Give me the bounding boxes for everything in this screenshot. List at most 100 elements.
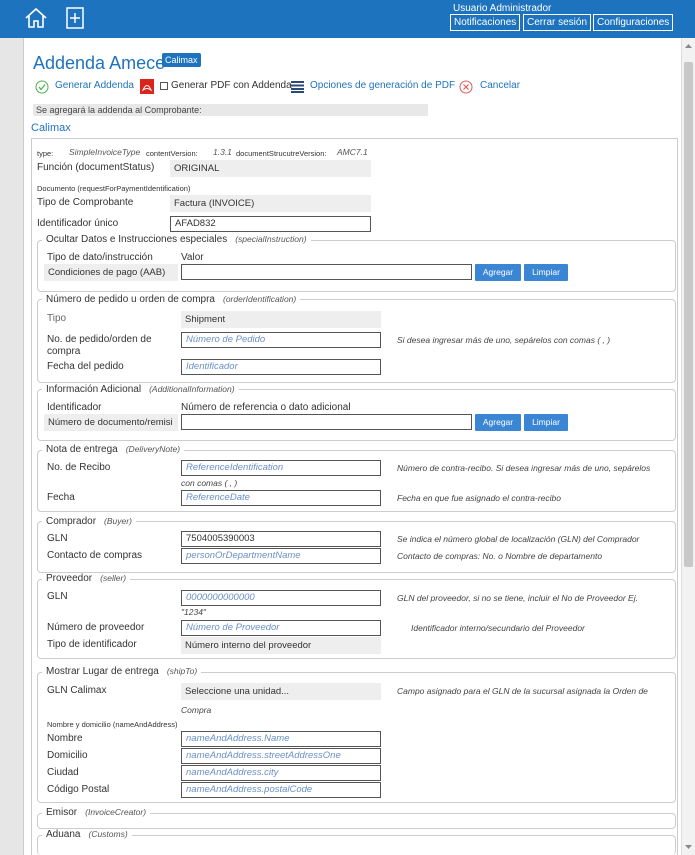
shipto-legend[interactable]: Mostrar Lugar de entrega (shipTo) (42, 666, 202, 677)
additional-col-id: Identificador (47, 402, 102, 413)
shipto-nombre-label: Nombre (47, 733, 83, 744)
settings-button[interactable]: Configuraciones (593, 14, 674, 31)
content-version-label: contentVersion: (146, 149, 198, 158)
special-clear-button[interactable]: Limpiar (524, 264, 568, 281)
pdf-checkbox-label: Generar PDF con Addenda (171, 80, 292, 91)
shipto-ciudad-input[interactable]: nameAndAddress.city (181, 765, 381, 781)
seller-gln-help: GLN del proveedor, si no se tiene, inclu… (397, 593, 638, 603)
doc-structure-value: AMC7.1 (337, 147, 368, 157)
additional-add-button[interactable]: Agregar (475, 414, 521, 431)
order-pedido-label-2: compra (47, 346, 81, 357)
delivery-recibo-help: Número de contra-recibo. Si desea ingres… (397, 463, 651, 473)
shipto-ciudad-label: Ciudad (47, 767, 79, 778)
special-col-value: Valor (181, 252, 204, 263)
special-add-button[interactable]: Agregar (475, 264, 521, 281)
new-document-icon[interactable] (66, 7, 84, 29)
section-link-calimax[interactable]: Calimax (31, 122, 71, 134)
top-bar: Usuario Administrador Notificaciones Cer… (0, 0, 695, 38)
seller-num-input[interactable]: Número de Proveedor (181, 620, 381, 636)
notifications-button[interactable]: Notificaciones (450, 14, 521, 31)
funcion-field: ORIGINAL (170, 160, 371, 177)
shipto-name-address-label: Nombre y domicilio (nameAndAddress) (47, 720, 178, 729)
logout-button[interactable]: Cerrar sesión (523, 14, 592, 31)
delivery-recibo-label: No. de Recibo (47, 462, 111, 473)
buyer-gln-input[interactable]: 7504005390003 (181, 531, 381, 547)
tipo-comprobante-label: Tipo de Comprobante (37, 197, 134, 208)
order-fecha-label: Fecha del pedido (47, 361, 124, 372)
additional-legend: Información Adicional (AdditionalInformat… (42, 384, 239, 395)
seller-num-label: Número de proveedor (47, 622, 145, 633)
additional-clear-button[interactable]: Limpiar (524, 414, 568, 431)
pdf-checkbox[interactable] (160, 82, 168, 90)
emisor-legend: Emisor (InvoiceCreator) (42, 807, 151, 818)
scroll-up-icon[interactable] (684, 42, 693, 50)
buyer-contact-help: Contacto de compras: No. o Nombre de dep… (397, 551, 603, 561)
special-type-select[interactable]: Condiciones de pago (AAB) (44, 264, 178, 281)
seller-gln-input[interactable]: 0000000000000 (181, 590, 381, 606)
delivery-recibo-input[interactable]: ReferenceIdentification (181, 460, 381, 476)
tipo-comprobante-field: Factura (INVOICE) (170, 195, 371, 212)
list-options-icon (291, 81, 304, 93)
buyer-fieldset (37, 521, 676, 573)
order-tipo-label: Tipo (47, 313, 67, 324)
type-value: SimpleInvoiceType (69, 147, 141, 157)
seller-gln-label: GLN (47, 591, 68, 602)
delivery-fecha-input[interactable]: ReferenceDate (181, 490, 381, 506)
shipto-gln-select[interactable]: Seleccione una unidad... (181, 683, 381, 700)
special-value-input[interactable] (181, 264, 472, 280)
identificador-label: Identificador único (37, 218, 119, 229)
type-label: type: (37, 149, 54, 158)
special-col-type: Tipo de dato/instrucción (47, 252, 153, 263)
order-fecha-input[interactable]: Identificador (181, 359, 381, 375)
identificador-input[interactable]: AFAD832 (170, 216, 371, 232)
delivery-fecha-label: Fecha (47, 492, 75, 503)
delivery-fecha-help: Fecha en que fue asignado el contra-reci… (397, 493, 561, 503)
seller-legend: Proveedor (seller) (42, 573, 131, 584)
buyer-contact-input[interactable]: personOrDepartmentName (181, 548, 381, 564)
cancel-button[interactable]: Cancelar (480, 80, 520, 91)
aduana-legend: Aduana (Customs) (42, 829, 132, 840)
shipto-nombre-input[interactable]: nameAndAddress.Name (181, 731, 381, 747)
delivery-recibo-help-2: con comas ( , ) (181, 478, 238, 488)
shipto-gln-label: GLN Calimax (47, 685, 107, 696)
shipto-gln-help-2: Compra (181, 705, 212, 715)
check-circle-icon (35, 80, 49, 94)
buyer-gln-label: GLN (47, 533, 68, 544)
scroll-down-icon[interactable] (684, 843, 693, 851)
shipto-cp-input[interactable]: nameAndAddress.postalCode (181, 782, 381, 798)
seller-num-help: Identificador interno/secundario del Pro… (411, 623, 585, 633)
seller-tipo-label: Tipo de identificador (47, 639, 137, 650)
order-pedido-help: Si desea ingresar más de uno, sepárelos … (397, 335, 611, 345)
user-name: Usuario Administrador (453, 3, 552, 14)
order-pedido-input[interactable]: Número de Pedido (181, 332, 381, 348)
documento-label: Documento (requestForPaymentIdentificati… (37, 184, 191, 193)
notice-bar: Se agregará la addenda al Comprobante: (33, 104, 428, 116)
special-instruction-legend[interactable]: Ocultar Datos e Instrucciones especiales… (42, 234, 311, 245)
home-icon[interactable] (24, 6, 48, 30)
pdf-options-button[interactable]: Opciones de generación de PDF (310, 80, 455, 91)
shipto-cp-label: Código Postal (47, 784, 110, 795)
cancel-icon (459, 80, 473, 94)
client-badge: Calimax (162, 53, 201, 67)
additional-col-ref: Número de referencia o dato adicional (181, 402, 351, 413)
order-tipo-field: Shipment (181, 311, 381, 328)
seller-tipo-field: Número interno del proveedor (181, 637, 381, 654)
scrollbar-thumb[interactable] (684, 62, 693, 567)
aduana-fieldset (37, 835, 676, 855)
page-title: Addenda Amece (33, 53, 166, 73)
generate-addenda-button[interactable]: Generar Addenda (55, 80, 134, 91)
additional-value-input[interactable] (181, 414, 472, 430)
buyer-contact-label: Contacto de compras (47, 550, 143, 561)
order-legend: Número de pedido u orden de compra (order… (42, 294, 301, 305)
content-version-value: 1.3.1 (213, 147, 232, 157)
funcion-label: Función (documentStatus) (37, 162, 155, 173)
shipto-domicilio-input[interactable]: nameAndAddress.streetAddressOne (181, 748, 381, 764)
buyer-legend: Comprador (Buyer) (42, 516, 136, 527)
pdf-icon (140, 79, 154, 94)
shipto-domicilio-label: Domicilio (47, 750, 88, 761)
buyer-gln-help: Se indica el número global de localizaci… (397, 534, 640, 544)
doc-structure-label: documentStrucutreVersion: (236, 149, 327, 158)
seller-gln-help-2: "1234" (181, 607, 206, 617)
additional-type-select[interactable]: Número de documento/remisi (44, 414, 178, 431)
order-pedido-label-1: No. de pedido/orden de (47, 334, 152, 345)
